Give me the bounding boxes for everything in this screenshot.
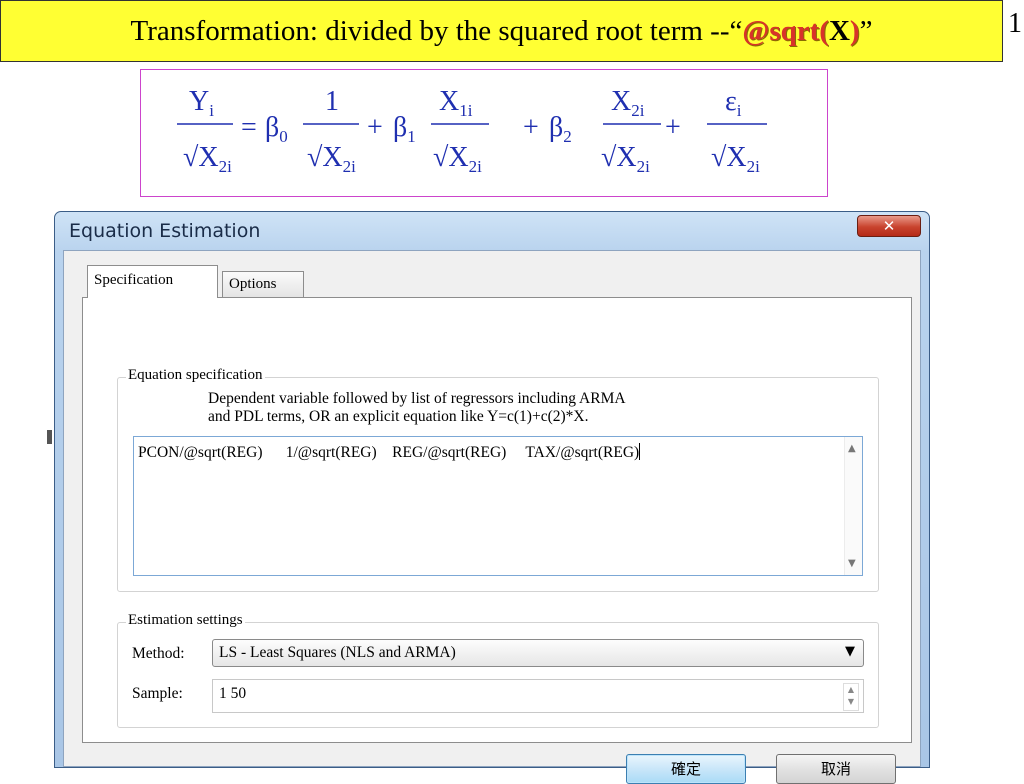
chevron-down-icon[interactable]: ▼ [845,644,855,659]
spin-arrows-icon[interactable]: ▲ ▼ [843,683,859,711]
specification-panel: Equation specification Dependent variabl… [82,297,912,743]
sample-label: Sample: [132,685,183,702]
equation-text-value: PCON/@sqrt(REG) 1/@sqrt(REG) REG/@sqrt(R… [138,443,641,461]
estimation-settings-legend: Estimation settings [126,612,245,629]
equation-scrollbar[interactable]: ▲ ▼ [844,437,862,575]
method-select-value: LS - Least Squares (NLS and ARMA) [219,644,456,661]
sample-input[interactable]: 1 50 ▲ ▼ [212,679,864,713]
scroll-up-icon[interactable]: ▲ [848,443,856,454]
estimation-settings-group: Estimation settings Method: LS - Least S… [117,612,879,728]
hint-line-2: and PDL terms, OR an explicit equation l… [208,408,589,425]
method-label: Method: [132,645,185,662]
equation-textarea[interactable]: PCON/@sqrt(REG) 1/@sqrt(REG) REG/@sqrt(R… [133,436,863,576]
sample-input-value: 1 50 [219,685,247,702]
equation-specification-group: Equation specification Dependent variabl… [117,367,879,592]
scroll-down-icon[interactable]: ▼ [848,558,856,569]
text-caret [639,443,641,460]
equation-hint: Dependent variable followed by list of r… [208,390,626,426]
hint-line-1: Dependent variable followed by list of r… [208,390,626,407]
method-select[interactable]: LS - Least Squares (NLS and ARMA) ▼ [212,639,864,667]
dialog-client-area: Specification Options Equation specifica… [63,250,921,784]
equation-specification-legend: Equation specification [126,367,265,384]
tab-specification[interactable]: Specification [87,265,218,298]
